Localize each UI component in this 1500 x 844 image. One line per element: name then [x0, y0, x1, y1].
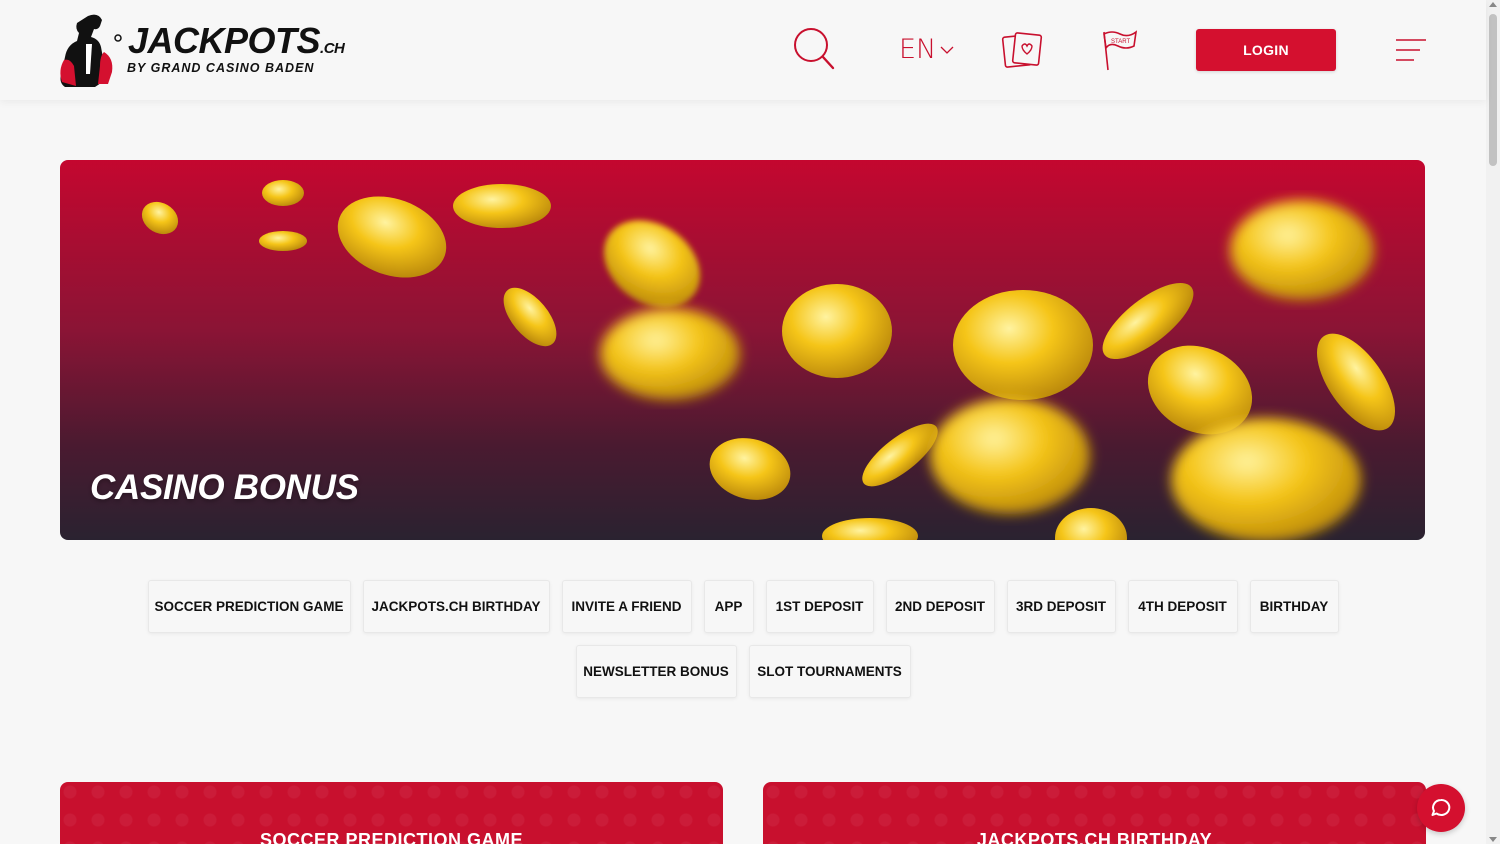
tab-4th-deposit[interactable]: 4TH DEPOSIT — [1127, 580, 1238, 633]
tab-jackpots-birthday[interactable]: JACKPOTS.CH BIRTHDAY — [362, 580, 550, 633]
language-selector[interactable]: EN — [899, 34, 954, 65]
tab-invite-a-friend[interactable]: INVITE A FRIEND — [561, 580, 692, 633]
bonus-card-jackpots-birthday[interactable]: JACKPOTS.CH BIRTHDAY — [763, 782, 1426, 844]
logo-subtitle: BY GRAND CASINO BADEN — [127, 61, 315, 75]
scroll-down-arrow-icon[interactable] — [1489, 837, 1497, 842]
hero-title: CASINO BONUS — [90, 468, 359, 507]
hamburger-menu-icon[interactable] — [1395, 38, 1427, 69]
tab-1st-deposit[interactable]: 1ST DEPOSIT — [765, 580, 874, 633]
login-button[interactable]: LOGIN — [1196, 29, 1336, 71]
site-logo[interactable]: JACKPOTS.CH BY GRAND CASINO BADEN — [58, 12, 348, 88]
svg-text:START: START — [1111, 39, 1130, 45]
logo-wordmark: JACKPOTS.CH — [128, 20, 345, 61]
scroll-up-arrow-icon[interactable] — [1489, 2, 1497, 7]
tab-app[interactable]: APP — [703, 580, 754, 633]
tab-slot-tournaments[interactable]: SLOT TOURNAMENTS — [748, 645, 911, 698]
cards-icon[interactable] — [1000, 30, 1044, 75]
croupier-figure-icon — [60, 14, 122, 88]
chat-button[interactable] — [1417, 784, 1465, 832]
start-flag-icon[interactable]: START — [1098, 28, 1140, 77]
bonus-tabs-row-1: SOCCER PREDICTION GAME JACKPOTS.CH BIRTH… — [0, 580, 1486, 633]
bonus-tabs-row-2: NEWSLETTER BONUS SLOT TOURNAMENTS — [0, 645, 1486, 698]
chevron-down-icon — [940, 46, 954, 54]
search-icon[interactable] — [792, 26, 836, 77]
card-title: JACKPOTS.CH BIRTHDAY — [976, 830, 1213, 844]
hero-banner: CASINO BONUS — [60, 160, 1425, 540]
bonus-card-soccer-prediction[interactable]: SOCCER PREDICTION GAME — [60, 782, 723, 844]
tab-2nd-deposit[interactable]: 2ND DEPOSIT — [885, 580, 995, 633]
tab-newsletter-bonus[interactable]: NEWSLETTER BONUS — [575, 645, 737, 698]
tab-birthday[interactable]: BIRTHDAY — [1249, 580, 1339, 633]
scrollbar-thumb[interactable] — [1489, 14, 1497, 166]
chat-bubble-icon — [1431, 798, 1451, 816]
tab-soccer-prediction-game[interactable]: SOCCER PREDICTION GAME — [147, 580, 351, 633]
page-scrollbar[interactable] — [1486, 0, 1500, 844]
site-header: JACKPOTS.CH BY GRAND CASINO BADEN EN STA… — [0, 0, 1486, 100]
language-label: EN — [899, 34, 937, 65]
tab-3rd-deposit[interactable]: 3RD DEPOSIT — [1006, 580, 1116, 633]
card-title: SOCCER PREDICTION GAME — [259, 830, 524, 844]
